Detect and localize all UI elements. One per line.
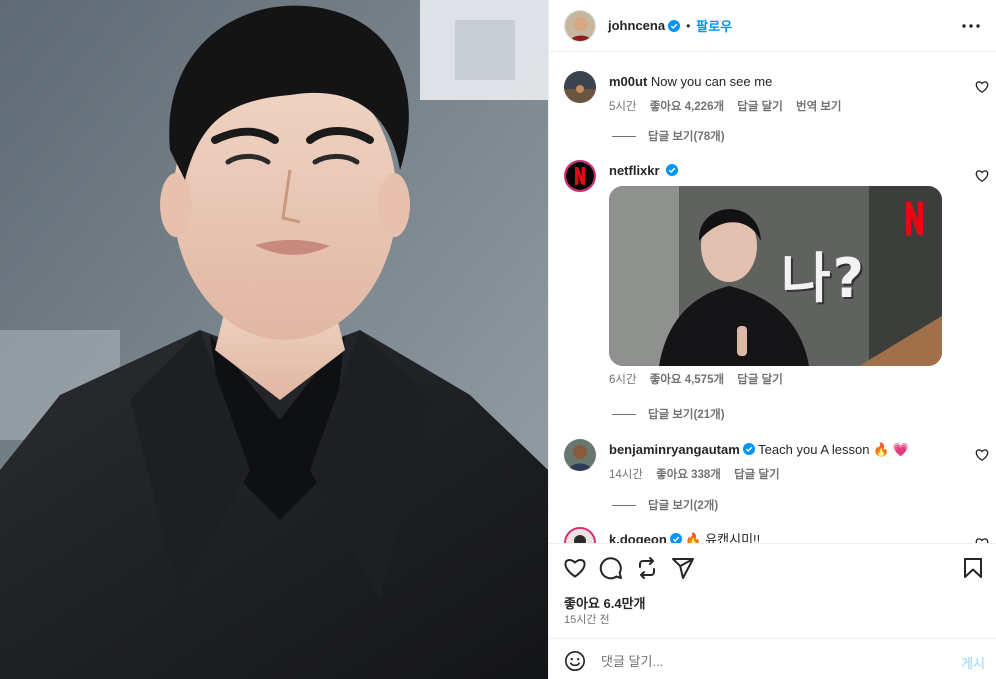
reply-button[interactable]: 답글 달기 [734, 469, 780, 481]
commenter-avatar[interactable] [564, 71, 596, 103]
comment-username[interactable]: netflixkr [609, 163, 660, 178]
comments-list[interactable]: m00ut Now you can see me 5시간 좋아요 4,226개 … [549, 53, 996, 543]
comment-username[interactable]: benjaminryangautam [609, 442, 740, 457]
commenter-avatar-image [566, 529, 594, 543]
more-options-glyph [962, 24, 980, 28]
reply-button[interactable]: 답글 달기 [737, 101, 783, 113]
comment-likes[interactable]: 좋아요 338개 [656, 469, 721, 481]
post-likes-count[interactable]: 좋아요 6.4만개 [564, 593, 645, 612]
comment-image-caption: 나? [781, 247, 867, 310]
heart-outline-icon[interactable] [975, 80, 989, 94]
post-comment-button[interactable]: 게시 [961, 653, 985, 672]
comment-content: 🔥 유캔시미!! [685, 532, 761, 543]
commenter-avatar-image [564, 439, 596, 471]
post-photo[interactable] [0, 0, 548, 679]
view-replies-label: 답글 보기(2개) [648, 500, 719, 512]
comment-image[interactable]: 나? [609, 186, 942, 366]
author-username[interactable]: johncena [608, 18, 665, 33]
repost-icon[interactable] [635, 556, 659, 580]
comment-text: k.dogeon 🔥 유캔시미!! [609, 531, 957, 543]
view-replies-button[interactable]: 답글 보기(21개) [612, 406, 725, 422]
view-replies-label: 답글 보기(78개) [648, 131, 725, 143]
comment-text: benjaminryangautam Teach you A lesson 🔥 … [609, 441, 957, 459]
header-separator: • [686, 18, 691, 33]
comment-likes[interactable]: 좋아요 4,575개 [650, 374, 724, 386]
comment-time: 5시간 [609, 101, 637, 113]
commenter-avatar[interactable] [564, 527, 596, 543]
verified-badge-icon [666, 164, 679, 176]
comment-time: 14시간 [609, 469, 643, 481]
comment-username[interactable]: k.dogeon [609, 532, 667, 543]
comment-meta: 6시간 좋아요 4,575개 답글 달기 [609, 371, 957, 387]
comment-icon[interactable] [599, 556, 623, 580]
comment-time: 6시간 [609, 374, 637, 386]
post-actions: 좋아요 6.4만개 15시간 전 [549, 543, 996, 638]
comment-text: netflixkr [609, 162, 957, 180]
more-options-icon[interactable] [961, 14, 981, 38]
author-avatar-image [565, 10, 595, 41]
view-replies-button[interactable]: 답글 보기(2개) [612, 497, 718, 513]
replies-divider [612, 504, 636, 506]
post-header: johncena • 팔로우 [549, 0, 996, 52]
commenter-avatar[interactable] [564, 439, 596, 471]
netflix-logo-icon [566, 162, 594, 190]
comment-likes[interactable]: 좋아요 4,226개 [650, 101, 724, 113]
view-replies-button[interactable]: 답글 보기(78개) [612, 128, 725, 144]
translate-button[interactable]: 번역 보기 [796, 101, 842, 113]
post-side-panel: johncena • 팔로우 m00ut Now you can see me … [548, 0, 996, 679]
comment-body: m00ut Now you can see me 5시간 좋아요 4,226개 … [609, 73, 957, 114]
author-avatar[interactable] [564, 9, 596, 42]
bookmark-icon[interactable] [961, 556, 985, 580]
heart-outline-icon[interactable] [975, 448, 989, 462]
replies-divider [612, 135, 636, 137]
heart-outline-icon[interactable] [975, 169, 989, 183]
comment-body: netflixkr [609, 162, 957, 180]
view-replies-label: 답글 보기(21개) [648, 409, 725, 421]
verified-badge-icon [668, 19, 681, 32]
comment-body: k.dogeon 🔥 유캔시미!! [609, 531, 957, 543]
replies-divider [612, 413, 636, 415]
emoji-icon[interactable] [564, 650, 586, 672]
comment-meta: 5시간 좋아요 4,226개 답글 달기 번역 보기 [609, 98, 957, 114]
comment-content: Teach you A lesson [758, 442, 870, 457]
follow-button[interactable]: 팔로우 [696, 16, 732, 35]
post-photo-image [0, 0, 548, 679]
comment-meta: 14시간 좋아요 338개 답글 달기 [609, 466, 957, 482]
comment-input[interactable] [601, 651, 921, 671]
commenter-avatar[interactable] [564, 160, 596, 192]
commenter-avatar-image [564, 71, 596, 103]
comment-text: m00ut Now you can see me [609, 73, 957, 91]
comment-content: Now you can see me [650, 74, 773, 89]
instagram-post-view: johncena • 팔로우 m00ut Now you can see me … [0, 0, 996, 679]
comment-body: benjaminryangautam Teach you A lesson 🔥 … [609, 441, 957, 482]
share-icon[interactable] [671, 556, 695, 580]
comment-composer: 게시 [549, 638, 996, 679]
comment-emoji: 🔥 💗 [873, 442, 910, 457]
reply-button[interactable]: 답글 달기 [737, 374, 783, 386]
like-heart-icon[interactable] [563, 556, 587, 580]
comment-username[interactable]: m00ut [609, 74, 647, 89]
comment-meta-wrap: 6시간 좋아요 4,575개 답글 달기 [609, 371, 957, 387]
verified-badge-icon [742, 443, 755, 455]
comment-image-still [609, 186, 942, 366]
verified-badge-icon [669, 533, 682, 543]
post-timestamp: 15시간 전 [564, 614, 610, 626]
